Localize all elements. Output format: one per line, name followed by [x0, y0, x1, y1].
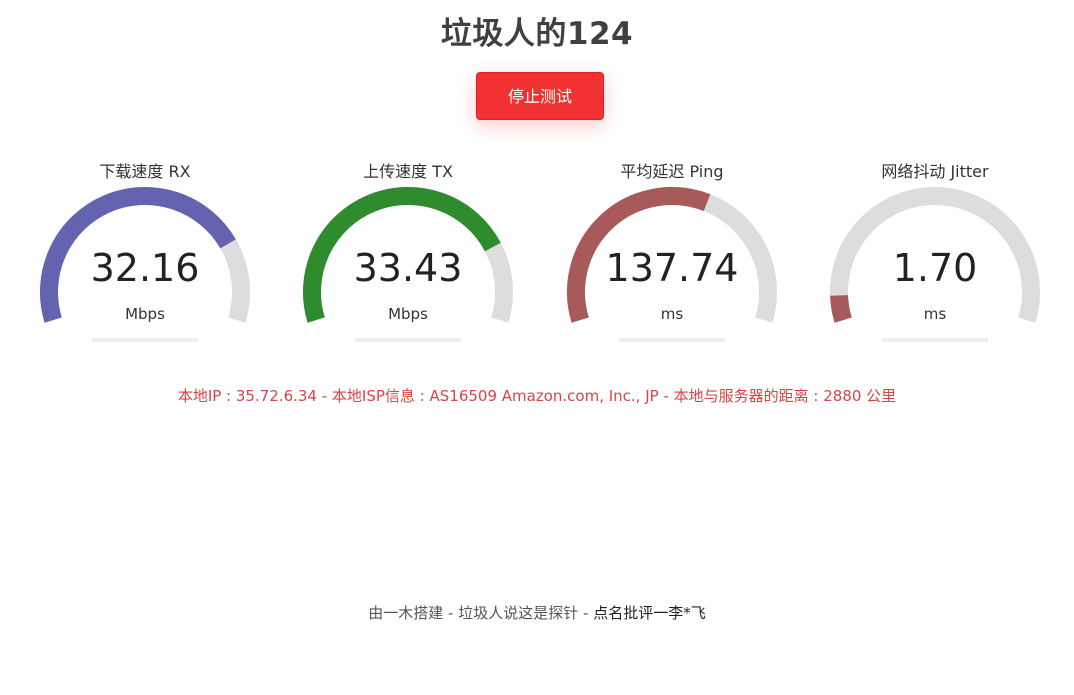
footer-credit: 由一木搭建 - 垃圾人说这是探针 -: [368, 604, 594, 622]
gauge-jitter: 网络抖动 Jitter 1.70 ms: [825, 150, 1045, 350]
page-title: 垃圾人的124: [440, 16, 634, 52]
gauge-download-progress: [92, 338, 198, 342]
gauge-jitter-progress: [882, 338, 988, 342]
gauge-download-value: 32.16: [90, 246, 200, 290]
gauge-ping-unit: ms: [660, 305, 684, 323]
gauge-jitter-unit: ms: [923, 305, 947, 323]
gauge-download: 下载速度 RX 32.16 Mbps: [35, 150, 255, 350]
gauge-ping-value: 137.74: [605, 246, 739, 290]
footer: 由一木搭建 - 垃圾人说这是探针 - 点名批评一李*飞: [0, 602, 1074, 623]
gauge-download-progress-fill: [92, 338, 198, 342]
footer-callout: 点名批评一李*飞: [593, 604, 706, 622]
gauge-ping-progress-fill: [619, 338, 725, 342]
gauge-ping-progress: [619, 338, 725, 342]
gauge-jitter-progress-fill: [882, 338, 988, 342]
gauge-upload-progress: [355, 338, 461, 342]
gauge-ping: 平均延迟 Ping 137.74 ms: [562, 150, 782, 350]
gauge-upload-unit: Mbps: [388, 305, 428, 323]
gauge-upload-value: 33.43: [353, 246, 463, 290]
stop-test-button[interactable]: 停止测试: [476, 72, 604, 120]
gauge-jitter-value: 1.70: [892, 246, 978, 290]
gauge-download-unit: Mbps: [125, 305, 165, 323]
gauge-upload: 上传速度 TX 33.43 Mbps: [298, 150, 518, 350]
connection-info: 本地IP : 35.72.6.34 - 本地ISP信息 : AS16509 Am…: [177, 387, 897, 405]
gauge-upload-progress-fill: [355, 338, 400, 342]
